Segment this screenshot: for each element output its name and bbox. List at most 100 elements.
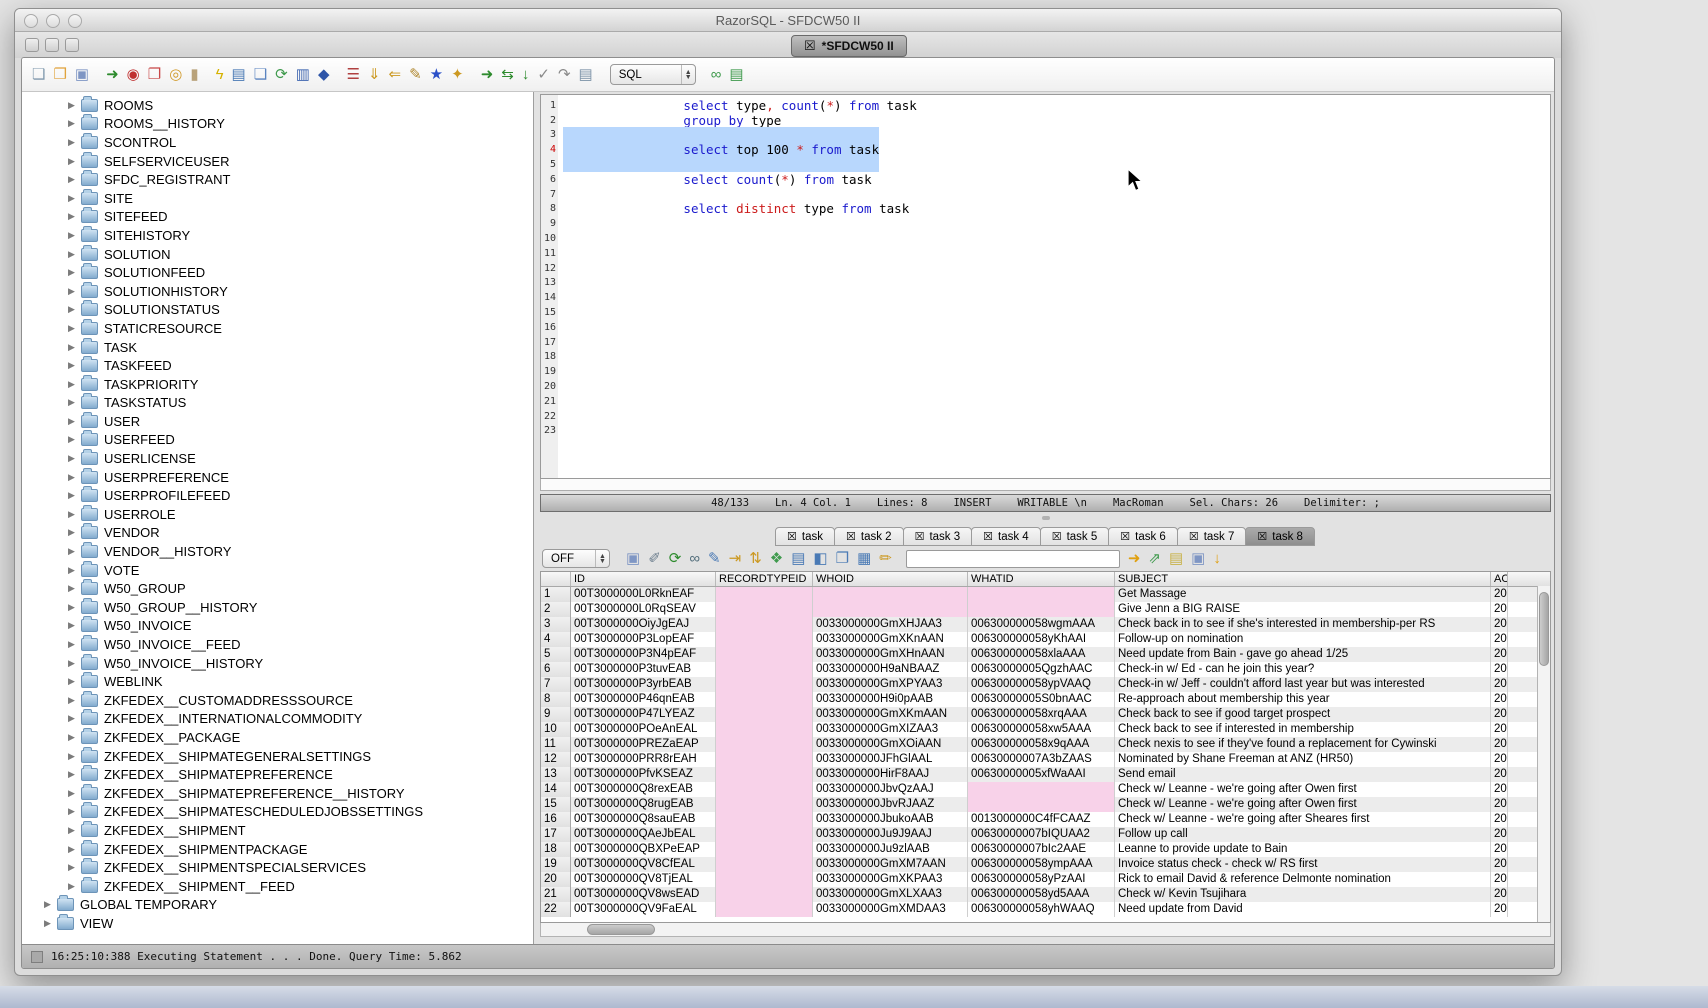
whoid-cell[interactable]: 0033000000GmXOiAAN — [813, 737, 968, 752]
expand-arrow-icon[interactable]: ▶ — [68, 304, 81, 315]
whatid-cell[interactable] — [968, 797, 1115, 812]
tree-item[interactable]: ▶ TASKSTATUS — [22, 394, 533, 413]
whoid-cell[interactable]: 0033000000JbvRJAAZ — [813, 797, 968, 812]
whatid-cell[interactable]: 006300000058xrqAAA — [968, 707, 1115, 722]
tree-item[interactable]: ▶ GLOBAL TEMPORARY — [22, 896, 533, 915]
row-number-cell[interactable]: 18 — [541, 842, 571, 857]
subject-cell[interactable]: Re-approach about membership this year — [1115, 692, 1491, 707]
tree-item[interactable]: ▶ W50_GROUP — [22, 579, 533, 598]
expand-arrow-icon[interactable]: ▶ — [68, 267, 81, 278]
tree-item[interactable]: ▶ ZKFEDEX__SHIPMATEPREFERENCE__HISTORY — [22, 784, 533, 803]
expand-arrow-icon[interactable]: ▶ — [68, 211, 81, 222]
copy-table-icon[interactable]: ▦ — [857, 551, 871, 566]
whoid-cell[interactable]: 0033000000GmXM7AAN — [813, 857, 968, 872]
result-tab[interactable]: ☒ task 4 — [971, 527, 1041, 546]
tree-item[interactable]: ▶ ROOMS — [22, 96, 533, 115]
columns-icon[interactable]: ▤ — [791, 551, 805, 566]
ac-cell[interactable]: 200 — [1491, 722, 1508, 737]
recordtypeid-cell[interactable] — [716, 737, 813, 752]
sql-editor[interactable]: 1 select type, count(*) from task 2 grou… — [540, 94, 1551, 479]
ac-cell[interactable]: 200 — [1491, 812, 1508, 827]
query-builder-icon[interactable]: ☰ — [346, 67, 359, 82]
expand-arrow-icon[interactable]: ▶ — [68, 751, 81, 762]
whatid-cell[interactable]: 00630000005xfWaAAI — [968, 767, 1115, 782]
whatid-cell[interactable]: 006300000058x9qAAA — [968, 737, 1115, 752]
row-number-cell[interactable]: 19 — [541, 857, 571, 872]
subject-cell[interactable]: Get Massage — [1115, 587, 1491, 602]
whatid-cell[interactable]: 00630000007bIQUAA2 — [968, 827, 1115, 842]
tree-item[interactable]: ▶ USERLICENSE — [22, 449, 533, 468]
whatid-cell[interactable]: 006300000058yPzAAI — [968, 872, 1115, 887]
database-icon[interactable]: ▮ — [190, 67, 198, 82]
export-data-icon[interactable]: ⇓ — [368, 67, 381, 82]
expand-arrow-icon[interactable]: ▶ — [68, 174, 81, 185]
expand-arrow-icon[interactable]: ▶ — [68, 806, 81, 817]
result-tab[interactable]: ☒ task 3 — [903, 527, 973, 546]
whoid-cell[interactable]: 0033000000GmXLXAA3 — [813, 887, 968, 902]
query-type-select[interactable]: SQL ▲▼ — [610, 64, 696, 85]
ac-cell[interactable]: 200 — [1491, 662, 1508, 677]
row-number-cell[interactable]: 4 — [541, 632, 571, 647]
tree-item[interactable]: ▶ VOTE — [22, 561, 533, 580]
format-sql-icon[interactable]: ∞ — [711, 67, 722, 82]
script-results-icon[interactable]: ▤ — [1169, 551, 1183, 566]
subject-cell[interactable]: Give Jenn a BIG RAISE — [1115, 602, 1491, 617]
close-document-icon[interactable]: ☒ — [804, 38, 816, 54]
id-cell[interactable]: 00T3000000QV8TjEAL — [571, 872, 716, 887]
whoid-cell[interactable]: 0033000000GmXKPAA3 — [813, 872, 968, 887]
recordtypeid-cell[interactable] — [716, 797, 813, 812]
expand-arrow-icon[interactable]: ▶ — [68, 732, 81, 743]
import-data-icon[interactable]: ⇐ — [389, 67, 402, 82]
table-vscrollbar[interactable] — [1537, 586, 1550, 922]
expand-arrow-icon[interactable]: ▶ — [68, 583, 81, 594]
recordtypeid-cell[interactable] — [716, 632, 813, 647]
subject-cell[interactable]: Check back to see if interested in membe… — [1115, 722, 1491, 737]
fetch-icon[interactable]: ↓ — [522, 67, 530, 82]
expand-arrow-icon[interactable]: ▶ — [68, 137, 81, 148]
ac-cell[interactable]: 200 — [1491, 872, 1508, 887]
subject-cell[interactable]: Check-in w/ Jeff - couldn't afford last … — [1115, 677, 1491, 692]
new-connection-icon[interactable]: ◎ — [169, 67, 182, 82]
zoom-window-icon[interactable] — [68, 14, 82, 28]
ac-cell[interactable]: 200 — [1491, 677, 1508, 692]
subject-cell[interactable]: Rick to email David & reference Delmonte… — [1115, 872, 1491, 887]
recordtypeid-cell[interactable] — [716, 587, 813, 602]
ac-cell[interactable]: 200 — [1491, 707, 1508, 722]
id-cell[interactable]: 00T3000000PREZaEAP — [571, 737, 716, 752]
row-number-cell[interactable]: 20 — [541, 872, 571, 887]
row-number-cell[interactable]: 3 — [541, 617, 571, 632]
recordtypeid-cell[interactable] — [716, 782, 813, 797]
id-cell[interactable]: 00T3000000QV9FaEAL — [571, 902, 716, 917]
subject-cell[interactable]: Invoice status check - check w/ RS first — [1115, 857, 1491, 872]
tree-item[interactable]: ▶ SOLUTIONSTATUS — [22, 301, 533, 320]
fetch-more-icon[interactable]: ↓ — [1213, 551, 1221, 566]
whoid-cell[interactable]: 0033000000Ju9zlAAB — [813, 842, 968, 857]
tree-item[interactable]: ▶ ZKFEDEX__SHIPMENTSPECIALSERVICES — [22, 858, 533, 877]
subject-cell[interactable]: Check w/ Leanne - we're going after Shea… — [1115, 812, 1491, 827]
expand-arrow-icon[interactable]: ▶ — [68, 639, 81, 650]
subject-cell[interactable]: Leanne to provide update to Bain — [1115, 842, 1491, 857]
new-file-icon[interactable]: ❏ — [32, 67, 45, 82]
split-view-icon[interactable]: ◧ — [813, 551, 827, 566]
minimize-window-icon[interactable] — [46, 14, 60, 28]
recordtypeid-cell[interactable] — [716, 887, 813, 902]
vscrollbar-thumb[interactable] — [1539, 592, 1549, 666]
whoid-cell[interactable]: 0033000000JFhGlAAL — [813, 752, 968, 767]
whoid-cell[interactable]: 0033000000H9i0pAAB — [813, 692, 968, 707]
row-limit-select[interactable]: OFF ▲▼ — [542, 549, 610, 568]
whatid-cell[interactable]: 00630000005QgzhAAC — [968, 662, 1115, 677]
whoid-cell[interactable]: 0033000000JbvQzAAJ — [813, 782, 968, 797]
connect-db-icon[interactable]: ➜ — [106, 67, 119, 82]
whoid-cell[interactable]: 0033000000GmXPYAA3 — [813, 677, 968, 692]
disconnect-db-icon[interactable]: ◉ — [127, 67, 140, 82]
row-number-cell[interactable]: 10 — [541, 722, 571, 737]
open-folder-icon[interactable]: ❒ — [53, 67, 66, 82]
column-header[interactable] — [541, 572, 571, 586]
ac-cell[interactable]: 200 — [1491, 782, 1508, 797]
recordtypeid-cell[interactable] — [716, 872, 813, 887]
refresh-grid-icon[interactable]: ❖ — [770, 551, 783, 566]
subject-cell[interactable]: Check nexis to see if they've found a re… — [1115, 737, 1491, 752]
ac-cell[interactable]: 200 — [1491, 767, 1508, 782]
editor-hscrollbar[interactable] — [540, 479, 1551, 491]
tree-item[interactable]: ▶ SITE — [22, 189, 533, 208]
